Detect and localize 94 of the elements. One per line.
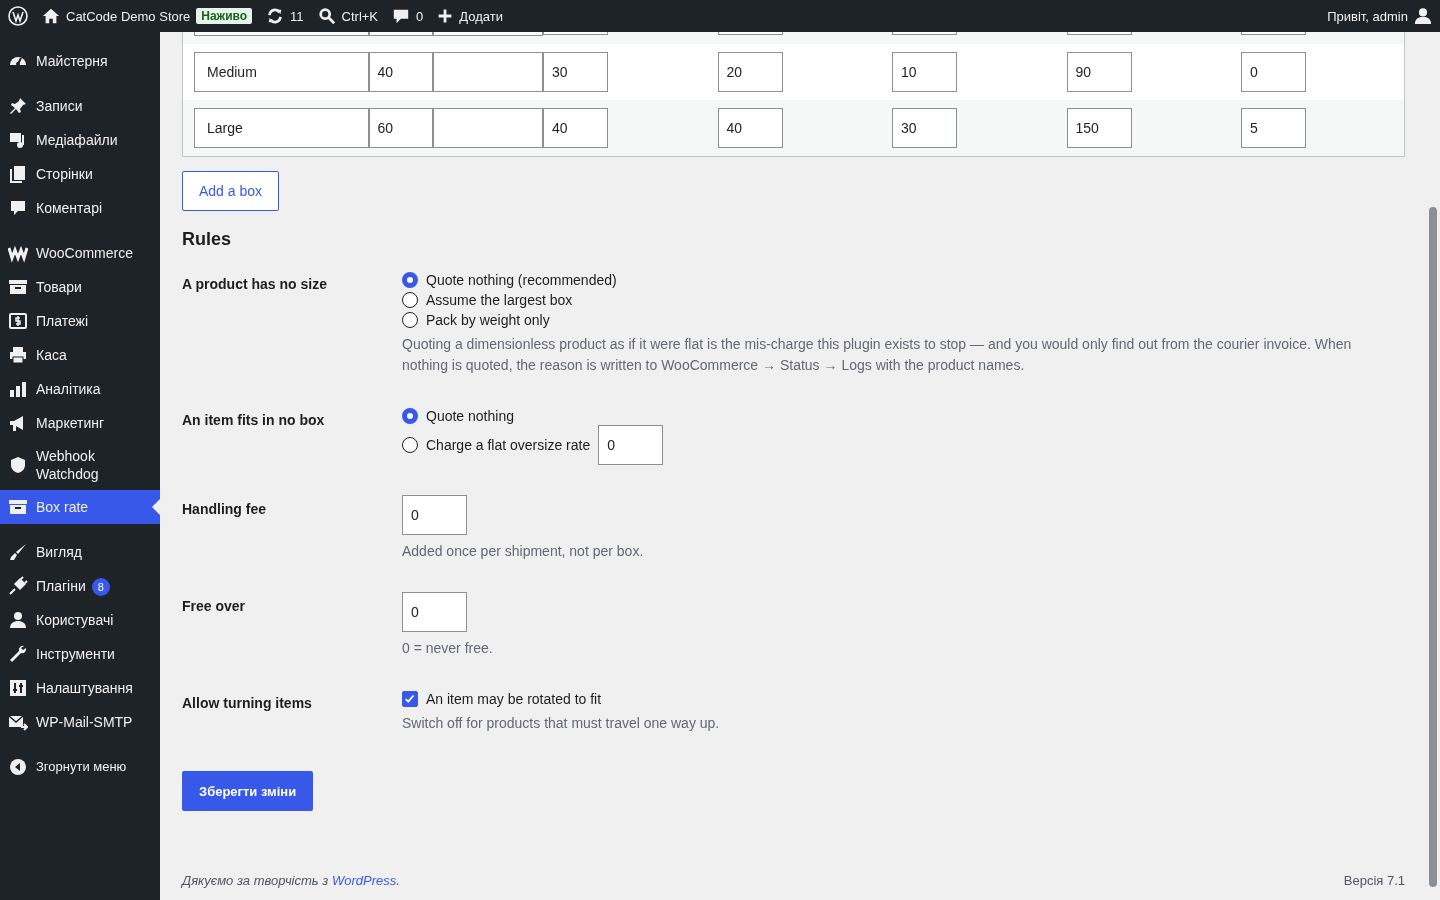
input-field[interactable]: 0 [1241,52,1306,92]
sidebar-item[interactable]: Вигляд [0,535,160,569]
radio-button[interactable] [402,292,418,308]
radio-button[interactable] [402,437,418,453]
collapse-icon[interactable] [8,757,28,777]
comments-count[interactable]: 0 [416,8,424,24]
input-field[interactable]: 60 [368,108,433,148]
live-status-badge: Наживо [196,8,253,24]
field-label: Free over [182,598,246,614]
option-label[interactable]: Charge a flat oversize rate [426,435,591,455]
input-field[interactable]: 30 [543,52,608,92]
site-name-link[interactable]: CatCode Demo Store [66,8,191,24]
input-field[interactable]: 0 [402,495,467,535]
printer-icon [8,345,28,365]
user-icon[interactable] [1414,7,1432,25]
field-description: 0 = never free. [402,639,493,658]
bar-chart-icon [8,379,28,399]
brush-icon [8,542,28,562]
sidebar-item[interactable]: Налаштування [0,671,160,705]
sidebar-item[interactable]: Аналітика [0,372,160,406]
add-new-link[interactable]: Додати [459,8,503,24]
radio-button[interactable] [402,312,418,328]
field-description: Added once per shipment, not per box. [402,542,644,561]
sidebar-item[interactable]: Маркетинг [0,406,160,440]
search-icon[interactable] [317,7,336,25]
section-heading: Rules [182,229,233,251]
option-label[interactable]: Quote nothing (recommended) [426,270,617,290]
input-field[interactable]: 40 [368,52,433,92]
search-shortcut[interactable]: Ctrl+K [341,8,379,24]
field-description: Quoting a dimensionless product as if it were flat is the mis-charge this plugin exists to stop — and you would only find out from the courier invoice. When nothing is quoted, the reason is written to WooCommerce → Status → Logs with the product names. [402,335,1353,375]
comment-icon[interactable] [392,7,411,25]
input-field[interactable]: 10 [892,52,957,92]
input-field[interactable]: 0 [402,592,467,632]
payment-card-icon [8,311,28,331]
sidebar-item[interactable]: Майстерня [0,44,160,78]
sidebar-item[interactable]: Плагіни 8 [0,569,160,603]
sidebar-item[interactable]: WP-Mail-SMTP [0,705,160,739]
input-field[interactable]: 150 [1066,108,1132,148]
sidebar-item[interactable]: Каса [0,338,160,372]
input-field[interactable]: 40 [717,108,783,148]
field-label: A product has no size [182,276,327,292]
count-badge: 8 [91,577,110,596]
radio-button[interactable] [402,408,418,424]
version-text: Версія 7.1 [1343,873,1405,888]
input-field[interactable]: 90 [1066,52,1132,92]
option-label[interactable]: Assume the largest box [426,290,573,310]
home-icon[interactable] [42,7,60,25]
option-label[interactable]: An item may be rotated to fit [426,689,602,709]
plus-icon[interactable] [437,8,454,24]
sidebar-item[interactable]: Записи [0,89,160,123]
field-label: An item fits in no box [182,412,325,428]
pages-icon [8,164,28,184]
radio-button[interactable] [402,272,418,288]
sliders-icon [8,678,28,698]
sidebar-item[interactable]: Коментарі [0,191,160,225]
refresh-icon[interactable] [266,7,285,25]
sidebar-item[interactable]: Сторінки [0,157,160,191]
add-box-button[interactable]: Add a box [182,171,280,211]
field-description: Switch off for products that must travel one way up. [402,714,720,733]
option-label[interactable]: Quote nothing [426,406,514,426]
plug-icon [8,576,28,596]
collapse-menu-button[interactable]: Згорнути меню [0,750,160,784]
box-name-field[interactable]: Large [194,108,369,148]
user-icon [8,610,28,630]
updates-count[interactable]: 11 [290,8,304,24]
input-field[interactable]: 20 [717,52,783,92]
sidebar-item[interactable]: Box rate [0,490,160,524]
sidebar-item[interactable]: Платежі [0,304,160,338]
field-label: Handling fee [182,501,266,517]
footer-credit: Дякуємо за творчість з WordPress. [182,873,400,888]
archive-icon [8,497,28,517]
sidebar-item[interactable]: Інструменти [0,637,160,671]
option-label[interactable]: Pack by weight only [426,310,550,330]
wrench-icon [8,644,28,664]
input-field[interactable]: 40 [543,108,608,148]
save-button[interactable]: Зберегти зміни [182,771,314,811]
greeting-link[interactable]: Привіт, admin [1327,8,1408,24]
sidebar-item[interactable]: WooCommerce [0,236,160,270]
archive-icon [8,277,28,297]
checkbox[interactable] [402,691,418,707]
wordpress-logo-icon[interactable] [8,6,28,26]
comment-icon [8,198,28,218]
sidebar-item[interactable]: Webhook Watchdog [0,440,160,490]
sidebar-item[interactable]: Медіафайли [0,123,160,157]
input-field[interactable]: 5 [1241,108,1306,148]
checkmark-icon [403,692,417,706]
field-label: Allow turning items [182,695,312,711]
sidebar-item[interactable]: Користувачі [0,603,160,637]
input-field[interactable]: 30 [892,108,957,148]
pin-icon [8,96,28,116]
box-name-field[interactable]: Medium [194,52,369,92]
sidebar-item[interactable]: Товари [0,270,160,304]
oversize-rate-field[interactable]: 0 [598,425,664,465]
shield-icon [8,455,28,475]
